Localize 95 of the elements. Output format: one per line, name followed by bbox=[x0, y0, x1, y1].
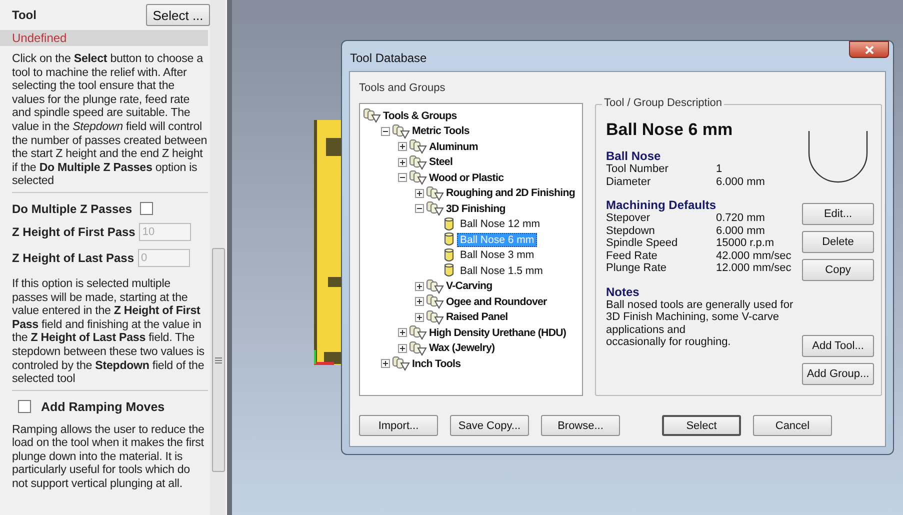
property-value: 12.000 mm/sec bbox=[716, 262, 792, 274]
passes-help-text: If this option is selected multiple passes will be made, starting at the value entered in the Z Height of First Pass field and finishing at the value in the Z Height of Last Pass field. The stepdown between these two values is controled by the Stepdown field of the selected tool bbox=[12, 276, 206, 386]
dialog-button[interactable]: Cancel bbox=[753, 415, 832, 436]
tree-item[interactable]: Roughing and 2D Finishing bbox=[446, 187, 575, 200]
property-value: 6.000 mm bbox=[716, 224, 765, 237]
tree-item[interactable]: Inch Tools bbox=[412, 358, 461, 370]
window-title: Tool Database bbox=[350, 51, 427, 65]
tree-item[interactable]: 3D Finishing bbox=[446, 202, 506, 215]
tool-group-icon bbox=[392, 124, 410, 139]
tree-item[interactable]: Metric Tools bbox=[412, 125, 470, 138]
tree-item[interactable]: Aluminum bbox=[429, 140, 478, 153]
property-value: 0.720 mm bbox=[716, 212, 765, 224]
tree-item[interactable]: Wax (Jewelry) bbox=[429, 342, 495, 354]
tree-item[interactable]: Ball Nose 1.5 mm bbox=[457, 264, 546, 278]
expand-icon[interactable] bbox=[415, 282, 424, 291]
group-legend: Tool / Group Description bbox=[602, 97, 724, 109]
side-button[interactable]: Delete bbox=[802, 231, 874, 253]
dialog-button[interactable]: Select bbox=[662, 415, 741, 436]
tree-item[interactable]: Raised Panel bbox=[446, 311, 508, 324]
field-label: Z Height of First Pass bbox=[12, 224, 136, 239]
field-label: Z Height of Last Pass bbox=[12, 250, 134, 265]
close-button[interactable] bbox=[849, 41, 889, 58]
property-value: 15000 r.p.m bbox=[716, 237, 774, 250]
checkbox[interactable] bbox=[18, 400, 31, 414]
expand-icon[interactable] bbox=[398, 142, 407, 152]
side-button[interactable]: Add Tool... bbox=[802, 335, 874, 357]
expand-icon[interactable] bbox=[398, 158, 407, 167]
tree-item[interactable]: Tools & Groups bbox=[383, 110, 457, 122]
tool-group-icon bbox=[363, 108, 381, 124]
checkbox-label: Do Multiple Z Passes bbox=[12, 202, 132, 216]
property-label: Tool Number bbox=[606, 163, 670, 176]
side-button[interactable]: Copy bbox=[802, 259, 874, 281]
ball-nose-profile-drawing bbox=[807, 131, 869, 183]
tool-status: Undefined bbox=[0, 30, 208, 46]
expand-icon[interactable] bbox=[381, 359, 390, 368]
property-label: Spindle Speed bbox=[606, 237, 679, 250]
property-value: 1 bbox=[716, 163, 722, 176]
expand-icon[interactable] bbox=[398, 344, 407, 353]
intro-text: Click on the Select button to choose a tool to machine the relief with. After selecting the tool ensure that the values for the plunge rate, feed rate and spindle speed are suitable. The value in the Stepdown field will control the number of passes created between the start Z height and the end Z height if the Do Multiple Z Passes option is selected bbox=[12, 52, 208, 188]
tree-item[interactable]: Ogee and Roundover bbox=[446, 296, 547, 308]
tree-item[interactable]: V-Carving bbox=[446, 280, 492, 292]
expand-icon[interactable] bbox=[398, 328, 407, 338]
property-label: Stepdown bbox=[606, 224, 656, 237]
tool-group-icon bbox=[426, 278, 444, 294]
tool-group-icon bbox=[409, 154, 427, 170]
tree-item[interactable]: High Density Urethane (HDU) bbox=[429, 326, 566, 339]
ramping-help-text: Ramping allows the user to reduce the load on the tool when it makes the first plunge down into the material. It is particularly useful for tools which do not support vertical plunging at all. bbox=[12, 422, 206, 491]
tool-group-icon bbox=[409, 139, 427, 154]
property-label: Plunge Rate bbox=[606, 262, 668, 274]
section-heading: Machining Defaults bbox=[606, 199, 718, 212]
tool-group-icon bbox=[409, 340, 427, 356]
tool-group-icon bbox=[426, 310, 444, 325]
expand-icon[interactable] bbox=[415, 188, 424, 198]
cylinder-icon bbox=[443, 232, 455, 248]
tree-item[interactable]: Steel bbox=[429, 156, 453, 168]
dialog-button[interactable]: Browse... bbox=[541, 415, 620, 436]
dialog-button[interactable]: Import... bbox=[359, 415, 438, 436]
dialog-button[interactable]: Save Copy... bbox=[450, 415, 529, 436]
collapse-icon[interactable] bbox=[398, 173, 407, 182]
tool-group-icon bbox=[409, 170, 427, 186]
tree-item[interactable]: Ball Nose 3 mm bbox=[457, 248, 538, 262]
tool-title: Ball Nose 6 mm bbox=[606, 120, 734, 140]
property-label: Feed Rate bbox=[606, 250, 658, 262]
tree-item[interactable]: Ball Nose 12 mm bbox=[457, 217, 543, 232]
select-button[interactable]: Select ... bbox=[146, 4, 210, 26]
tool-group-icon bbox=[409, 325, 427, 340]
scrollbar-thumb[interactable] bbox=[212, 248, 225, 472]
section-heading: Notes bbox=[606, 286, 640, 298]
checkbox[interactable] bbox=[140, 202, 154, 216]
tool-label: Tool bbox=[12, 8, 36, 22]
property-label: Stepover bbox=[606, 212, 652, 224]
property-value: 42.000 mm/sec bbox=[716, 250, 792, 262]
grip-icon bbox=[215, 356, 222, 364]
scrollbar[interactable] bbox=[210, 0, 226, 515]
tool-group-icon bbox=[426, 201, 444, 216]
close-icon bbox=[864, 46, 874, 54]
side-button[interactable]: Edit... bbox=[802, 203, 874, 225]
property-value: 6.000 mm bbox=[716, 176, 765, 188]
tree-item[interactable]: Wood or Plastic bbox=[429, 172, 504, 184]
tool-group-icon bbox=[392, 356, 410, 372]
cylinder-icon bbox=[443, 263, 455, 278]
notes-text: occasionally for roughing. bbox=[606, 336, 732, 348]
expand-icon[interactable] bbox=[415, 312, 424, 322]
checkbox-label: Add Ramping Moves bbox=[41, 400, 165, 414]
tool-group-icon bbox=[426, 294, 444, 310]
section-heading: Ball Nose bbox=[606, 150, 662, 163]
collapse-icon[interactable] bbox=[381, 126, 390, 136]
expand-icon[interactable] bbox=[415, 297, 424, 306]
collapse-icon[interactable] bbox=[415, 204, 424, 214]
side-button[interactable]: Add Group... bbox=[802, 363, 874, 385]
tree-label: Tools and Groups bbox=[359, 82, 446, 94]
cylinder-icon bbox=[443, 216, 455, 232]
property-label: Diameter bbox=[606, 176, 652, 188]
cylinder-icon bbox=[443, 248, 455, 263]
tool-group-icon bbox=[426, 186, 444, 201]
